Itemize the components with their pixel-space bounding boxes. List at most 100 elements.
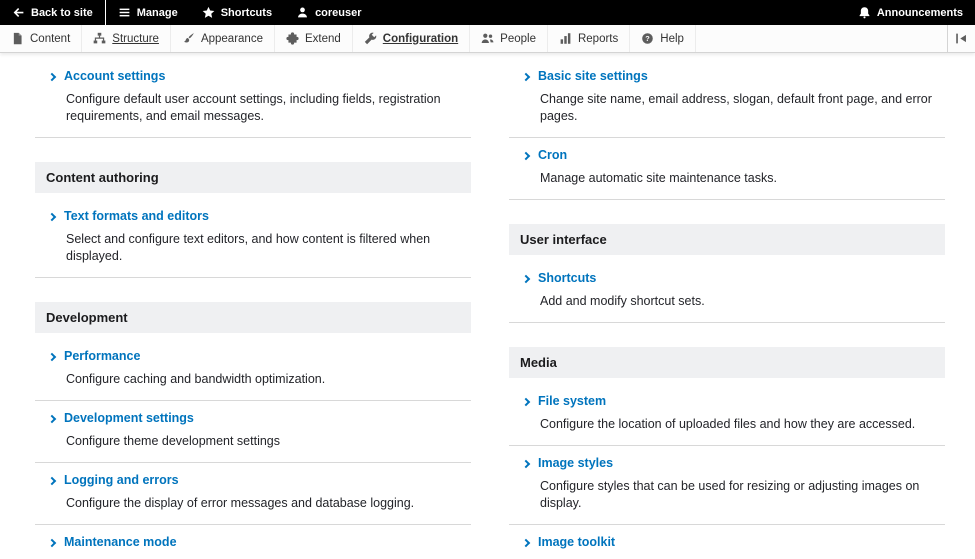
announcements-label: Announcements: [876, 6, 963, 19]
toolbar-orientation-toggle[interactable]: [947, 25, 975, 52]
config-link-shortcuts[interactable]: Shortcuts: [509, 271, 945, 286]
announcements-button[interactable]: Announcements: [846, 0, 975, 25]
config-link-label: Logging and errors: [64, 473, 179, 487]
config-link-image-toolkit[interactable]: Image toolkit: [509, 535, 945, 550]
config-item-development-settings: Development settings Configure theme dev…: [35, 401, 471, 463]
back-to-site-label: Back to site: [31, 6, 93, 19]
tab-structure-label: Structure: [112, 32, 159, 45]
admin-toolbar-right: Announcements: [846, 0, 975, 25]
section-development: Development Performance Configure cachin…: [35, 302, 471, 559]
config-link-label: Image styles: [538, 456, 614, 470]
chevron-right-icon: [47, 72, 57, 82]
star-icon: [202, 6, 215, 18]
section-people-partial: Account settings Configure default user …: [35, 59, 471, 138]
config-description: Configure styles that can be used for re…: [540, 479, 920, 510]
config-link-label: Cron: [538, 148, 568, 162]
back-arrow-icon: [13, 8, 24, 17]
svg-text:?: ?: [646, 34, 651, 43]
tab-configuration-label: Configuration: [382, 32, 459, 45]
config-link-cron[interactable]: Cron: [509, 148, 945, 163]
wrench-icon: [364, 32, 377, 45]
section-header: User interface: [509, 224, 945, 255]
config-link-logging-and-errors[interactable]: Logging and errors: [35, 473, 471, 488]
toolbar-collapse-icon: [956, 33, 966, 44]
tab-extend[interactable]: Extend: [275, 25, 353, 52]
chevron-right-icon: [47, 538, 57, 548]
config-link-label: Text formats and editors: [64, 209, 209, 223]
tab-content[interactable]: Content: [0, 25, 83, 52]
chevron-right-icon: [521, 397, 531, 407]
config-link-file-system[interactable]: File system: [509, 394, 945, 409]
tab-configuration[interactable]: Configuration: [353, 25, 471, 52]
puzzle-icon: [286, 32, 299, 45]
config-description: Add and modify shortcut sets.: [540, 294, 705, 308]
config-link-text-formats-and-editors[interactable]: Text formats and editors: [35, 209, 471, 224]
config-description: Configure caching and bandwidth optimiza…: [66, 372, 326, 386]
back-to-site-button[interactable]: Back to site: [0, 0, 105, 25]
shortcuts-toolbar-tab[interactable]: Shortcuts: [190, 0, 284, 25]
config-description: Change site name, email address, slogan,…: [540, 92, 932, 123]
config-item-basic-site-settings: Basic site settings Change site name, em…: [509, 59, 945, 138]
config-link-label: Basic site settings: [538, 69, 648, 83]
tab-people-label: People: [500, 32, 536, 45]
config-item-account-settings: Account settings Configure default user …: [35, 59, 471, 138]
tab-appearance-label: Appearance: [200, 32, 263, 45]
config-description: Configure the location of uploaded files…: [540, 417, 916, 431]
config-link-label: Account settings: [64, 69, 166, 83]
admin-toolbar: Back to site Manage Shortcuts coreuser A…: [0, 0, 975, 25]
config-item-file-system: File system Configure the location of up…: [509, 384, 945, 446]
section-media: Media File system Configure the location…: [509, 347, 945, 559]
hamburger-icon: [119, 8, 130, 17]
config-link-performance[interactable]: Performance: [35, 349, 471, 364]
tab-reports[interactable]: Reports: [548, 25, 631, 52]
right-column: Basic site settings Change site name, em…: [509, 59, 945, 559]
config-item-performance: Performance Configure caching and bandwi…: [35, 339, 471, 401]
chevron-right-icon: [521, 538, 531, 548]
help-circle-icon: ?: [642, 33, 654, 44]
manage-bar-spacer: [696, 25, 947, 52]
chevron-right-icon: [521, 274, 531, 284]
config-link-development-settings[interactable]: Development settings: [35, 411, 471, 426]
config-link-image-styles[interactable]: Image styles: [509, 456, 945, 471]
tab-people[interactable]: People: [470, 25, 548, 52]
tab-appearance[interactable]: Appearance: [171, 25, 275, 52]
tab-structure[interactable]: Structure: [82, 25, 171, 52]
left-column: Account settings Configure default user …: [35, 59, 471, 559]
username-label: coreuser: [315, 6, 362, 19]
chevron-right-icon: [47, 352, 57, 362]
chevron-right-icon: [521, 72, 531, 82]
configuration-page: Account settings Configure default user …: [0, 53, 975, 559]
section-header: Development: [35, 302, 471, 333]
config-description: Configure theme development settings: [66, 434, 281, 448]
people-icon: [481, 33, 494, 44]
admin-toolbar-left: Back to site Manage Shortcuts coreuser: [0, 0, 374, 25]
tab-content-label: Content: [30, 32, 71, 45]
config-item-shortcuts: Shortcuts Add and modify shortcut sets.: [509, 261, 945, 323]
shortcuts-label: Shortcuts: [220, 6, 273, 19]
chevron-right-icon: [47, 212, 57, 222]
chart-bars-icon: [560, 33, 571, 44]
config-link-account-settings[interactable]: Account settings: [35, 69, 471, 84]
manage-label: Manage: [136, 6, 178, 19]
config-description: Manage automatic site maintenance tasks.: [540, 171, 777, 185]
config-link-basic-site-settings[interactable]: Basic site settings: [509, 69, 945, 84]
config-item-maintenance-mode: Maintenance mode Take the site offline f…: [35, 525, 471, 559]
config-item-image-toolkit: Image toolkit Choose which image toolkit…: [509, 525, 945, 559]
config-item-text-formats: Text formats and editors Select and conf…: [35, 199, 471, 278]
section-content-authoring: Content authoring Text formats and edito…: [35, 162, 471, 278]
user-account-toolbar-tab[interactable]: coreuser: [284, 0, 373, 25]
section-user-interface: User interface Shortcuts Add and modify …: [509, 224, 945, 323]
tab-help[interactable]: ? Help: [630, 25, 696, 52]
config-link-maintenance-mode[interactable]: Maintenance mode: [35, 535, 471, 550]
manage-tabs-bar: Content Structure Appearance Extend Conf…: [0, 25, 975, 53]
chevron-right-icon: [521, 459, 531, 469]
config-description: Configure default user account settings,…: [66, 92, 441, 123]
config-item-logging-and-errors: Logging and errors Configure the display…: [35, 463, 471, 525]
config-description: Select and configure text editors, and h…: [66, 232, 431, 263]
section-system-partial: Basic site settings Change site name, em…: [509, 59, 945, 200]
tab-extend-label: Extend: [304, 32, 341, 45]
config-link-label: Development settings: [64, 411, 194, 425]
config-link-label: Image toolkit: [538, 535, 616, 549]
manage-toolbar-tab[interactable]: Manage: [104, 0, 190, 25]
section-header: Content authoring: [35, 162, 471, 193]
